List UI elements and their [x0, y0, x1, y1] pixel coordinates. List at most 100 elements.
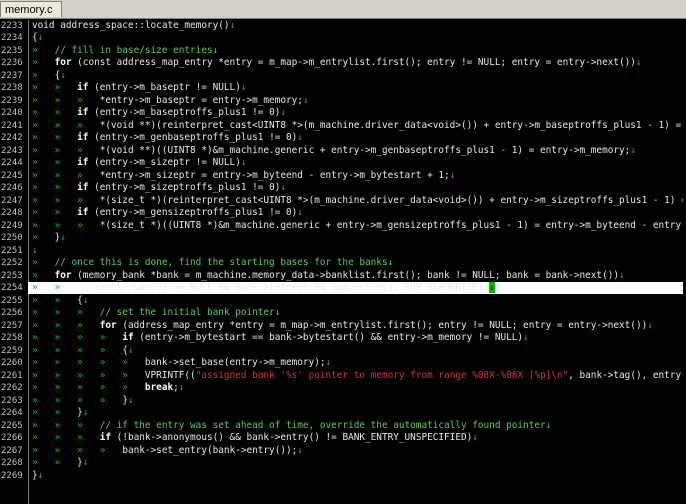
code-line[interactable]: 2247 » » » *(size_t *)(reinterpret_cast<U… — [0, 195, 686, 207]
whitespace-marker: ↓ — [647, 319, 653, 331]
code-line[interactable]: 2237 » {↓ — [0, 70, 686, 82]
whitespace-marker: » » — [32, 457, 78, 468]
code-editor[interactable]: 2233 void address_space::locate_memory()↓… — [0, 20, 686, 504]
comment-token: // once this is done, find the starting … — [54, 257, 394, 268]
code-text: » // fill in base/size entries↓ — [32, 45, 218, 57]
whitespace-marker: ↓ — [60, 69, 66, 81]
line-number: 2258 — [1, 333, 23, 343]
code-token: bank->set_base(entry->m_memory); — [144, 357, 326, 368]
code-line[interactable]: 2234 {↓ — [0, 32, 686, 44]
line-number: 2248 — [1, 208, 23, 218]
line-number: 2244 — [1, 158, 23, 168]
code-token: *(void **)(reinterpret_cast<UINT8 *>(m_m… — [99, 119, 682, 131]
whitespace-marker: » » » — [32, 419, 100, 431]
code-line[interactable]: 2256 » » » // set the initial bank pointe… — [0, 307, 686, 319]
whitespace-marker: » » — [32, 294, 78, 306]
whitespace-marker: » — [32, 57, 55, 68]
code-line[interactable]: 2269}↓ — [0, 470, 686, 482]
code-line[interactable]: 2243 » » » *(void **)((UINT8 *)&m_machine… — [0, 145, 686, 157]
code-text: » » » » {↓ — [32, 345, 134, 357]
code-line[interactable]: 2250 » }↓ — [0, 232, 686, 244]
whitespace-marker: ↓ — [280, 107, 287, 118]
whitespace-marker: ↓ — [60, 232, 66, 243]
code-line[interactable]: 2259 » » » » {↓ — [0, 345, 686, 357]
code-text: » » {↓ — [32, 295, 88, 307]
keyword-token: if — [77, 157, 89, 168]
code-text: » for (const address_map_entry *entry = … — [32, 57, 642, 69]
code-line[interactable]: 2244 » » if (entry->m_sizeptr != NULL)↓ — [0, 157, 686, 169]
whitespace-marker: ↓ — [82, 407, 89, 418]
code-line[interactable]: 2239 » » » *entry->m_baseptr = entry->m_m… — [0, 95, 686, 107]
code-line[interactable]: 2260 » » » » » bank->set_base(entry->m_me… — [0, 357, 686, 369]
code-line[interactable]: 2235 » // fill in base/size entries↓ — [0, 45, 686, 57]
whitespace-marker: » » » — [32, 219, 100, 231]
code-token: (entry->m_gensizeptroffs_plus1 != 0) — [88, 207, 298, 218]
code-line[interactable]: 2238 » » if (entry->m_baseptr != NULL)↓ — [0, 82, 686, 94]
code-text: » » » *entry->m_sizeptr = entry->m_bytee… — [32, 170, 455, 182]
code-text: » » » *(size_t *)(reinterpret_cast<UINT8… — [32, 195, 686, 207]
code-token: (memory_bank *bank = m_machine.memory_da… — [71, 269, 620, 281]
keyword-token: for — [54, 57, 72, 68]
code-line[interactable]: 2249 » » » *(size_t *)((UINT8 *)&m_machin… — [0, 220, 686, 232]
whitespace-marker: ↓ — [325, 357, 332, 368]
code-line[interactable]: 2255 » » {↓ — [0, 295, 686, 307]
code-line[interactable]: 2242 » » if (entry->m_genbaseptroffs_plus… — [0, 132, 686, 144]
code-line[interactable]: 2236 » for (const address_map_entry *entr… — [0, 57, 686, 69]
string-token: "assigned bank '%s' pointer to memory fr… — [195, 369, 569, 381]
code-line[interactable]: 2251 ↓ — [0, 245, 686, 257]
keyword-token: if — [77, 107, 89, 118]
code-line[interactable]: 2233 void address_space::locate_memory()↓ — [0, 20, 686, 32]
line-number: 2266 — [1, 433, 23, 443]
code-token: (address_map_entry *entry = m_map->m_ent… — [116, 319, 648, 331]
code-line[interactable]: 2261 » » » » » VPRINTF(("assigned bank '%… — [0, 370, 686, 382]
current-code-line[interactable]: 2254 » » if (bank->base() == NULL && bank… — [0, 282, 686, 294]
line-number: 2245 — [1, 170, 23, 181]
code-text: » » » for (address_map_entry *entry = m_… — [32, 320, 653, 332]
keyword-token: for — [54, 269, 72, 281]
code-text: » » if (entry->m_genbaseptroffs_plus1 !=… — [32, 132, 303, 144]
comment-token: // if the entry was set ahead of time, o… — [99, 419, 552, 431]
line-number: 2267 — [1, 445, 23, 456]
whitespace-marker: » » » » » — [32, 382, 145, 393]
whitespace-marker: » » » — [32, 194, 100, 206]
whitespace-marker: ↓ — [240, 157, 247, 168]
whitespace-marker: ↓ — [449, 169, 456, 181]
code-line[interactable]: 2264 » » }↓ — [0, 407, 686, 419]
code-line[interactable]: 2265 » » » // if the entry was set ahead … — [0, 420, 686, 432]
code-text: » » » » » VPRINTF(("assigned bank '%s' p… — [32, 370, 686, 382]
code-text: » }↓ — [32, 232, 66, 244]
code-line[interactable]: 2253 » for (memory_bank *bank = m_machine… — [0, 270, 686, 282]
code-line[interactable]: 2246 » » if (entry->m_sizeptroffs_plus1 !… — [0, 182, 686, 194]
code-line[interactable]: 2263 » » » » }↓ — [0, 395, 686, 407]
code-text: » » » » » break;↓ — [32, 382, 184, 394]
line-number: 2237 — [1, 70, 23, 81]
code-token: bank->set_entry(bank->entry()); — [122, 444, 298, 456]
code-line[interactable]: 2241 » » » *(void **)(reinterpret_cast<UI… — [0, 120, 686, 132]
whitespace-marker: » — [32, 257, 55, 268]
code-line[interactable]: 2268 » » }↓ — [0, 457, 686, 469]
code-text: » for (memory_bank *bank = m_machine.mem… — [32, 270, 625, 282]
code-line[interactable]: 2267 » » » » bank->set_entry(bank->entry(… — [0, 445, 686, 457]
code-token: (bank->base() == NULL && bank->reference… — [88, 282, 490, 293]
whitespace-marker: » » » — [32, 169, 100, 181]
code-line[interactable]: 2248 » » if (entry->m_gensizeptroffs_plus… — [0, 207, 686, 219]
code-line[interactable]: 2245 » » » *entry->m_sizeptr = entry->m_b… — [0, 170, 686, 182]
whitespace-marker: » » » » — [32, 344, 123, 356]
line-number: 2240 — [1, 108, 23, 118]
code-line[interactable]: 2240 » » if (entry->m_baseptroffs_plus1 !… — [0, 107, 686, 119]
tab-memory-c[interactable]: memory.c — [0, 1, 62, 17]
code-line[interactable]: 2252 » // once this is done, find the sta… — [0, 257, 686, 269]
whitespace-marker: » » » — [32, 94, 100, 106]
code-text: » » » // if the entry was set ahead of t… — [32, 420, 551, 432]
code-token: *(size_t *)(reinterpret_cast<UINT8 *>(m_… — [99, 194, 686, 206]
text-cursor: ↓ — [489, 282, 495, 293]
whitespace-marker: ↓ — [240, 82, 247, 93]
code-line[interactable]: 2266 » » » if (!bank->anonymous() && bank… — [0, 432, 686, 444]
comment-token: // set the initial bank pointer↓ — [99, 307, 281, 318]
keyword-token: if — [77, 82, 89, 93]
code-line[interactable]: 2258 » » » » if (entry->m_bytestart == ba… — [0, 332, 686, 344]
code-line[interactable]: 2262 » » » » » break;↓ — [0, 382, 686, 394]
code-line[interactable]: 2257 » » » for (address_map_entry *entry … — [0, 320, 686, 332]
code-text: » » » // set the initial bank pointer↓ — [32, 307, 280, 319]
line-number: 2259 — [1, 345, 23, 356]
